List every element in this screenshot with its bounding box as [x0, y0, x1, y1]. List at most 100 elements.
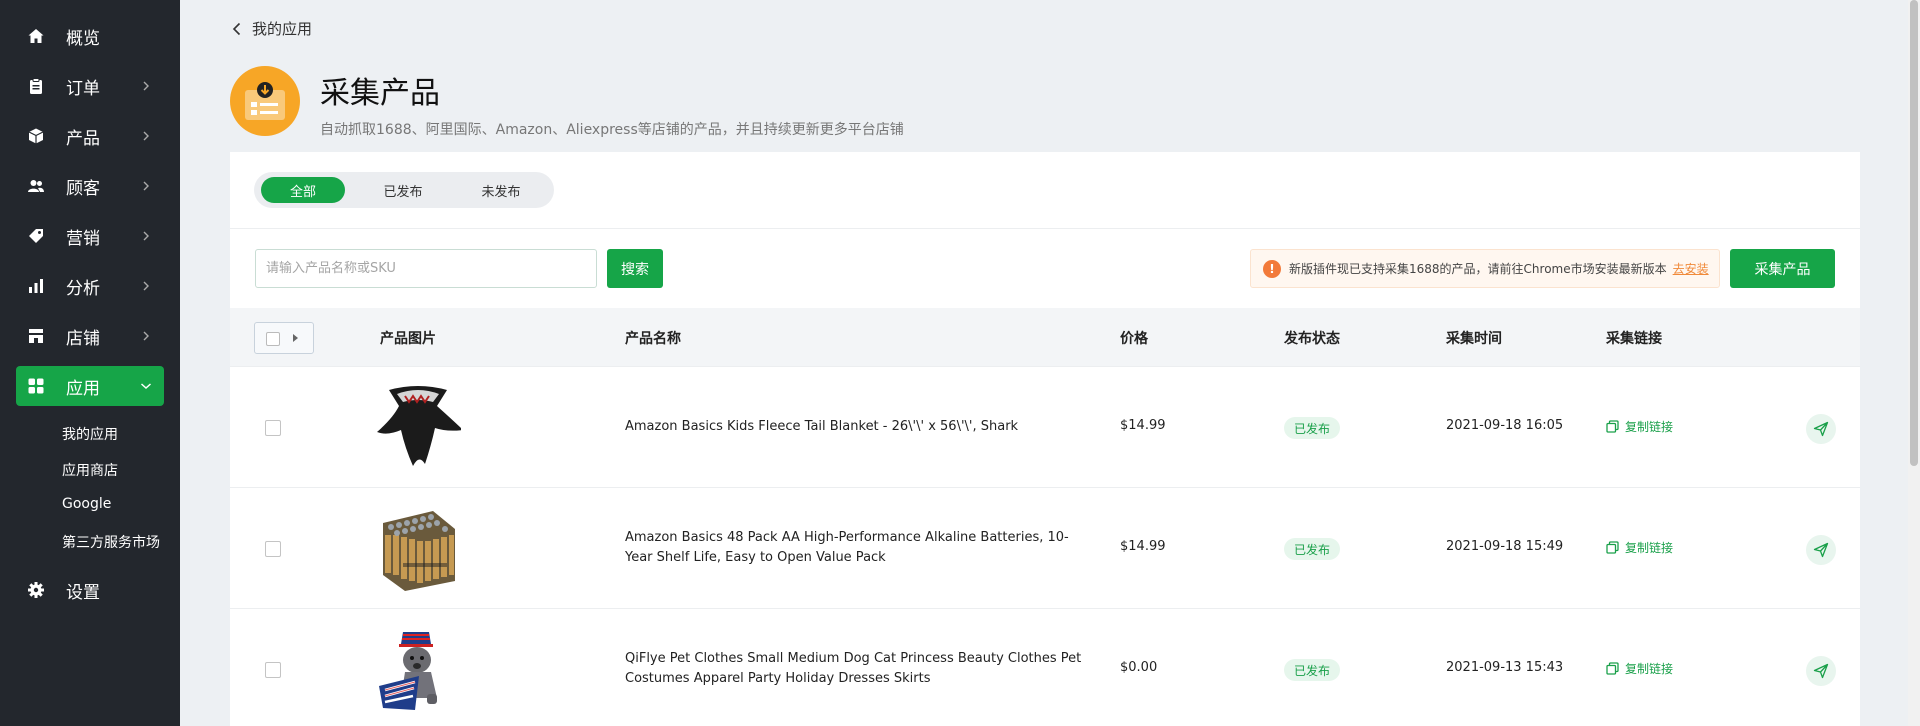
- collect-time: 2021-09-18 16:05: [1446, 418, 1564, 433]
- copy-link-button[interactable]: 复制链接: [1606, 539, 1673, 556]
- divider: [230, 228, 1860, 229]
- bar-chart-icon: [26, 276, 46, 296]
- chevron-right-icon: [136, 176, 156, 196]
- tag-icon: [26, 226, 46, 246]
- nav-item-overview[interactable]: 概览: [16, 16, 164, 56]
- subnav-third-party-market[interactable]: 第三方服务市场: [62, 532, 160, 552]
- chevron-right-icon: [136, 276, 156, 296]
- nav-item-settings[interactable]: 设置: [16, 570, 164, 610]
- copy-icon: [1606, 541, 1619, 554]
- collect-time: 2021-09-13 15:43: [1446, 660, 1564, 675]
- product-price: $14.99: [1120, 418, 1166, 433]
- copy-link-label: 复制链接: [1625, 541, 1674, 555]
- scrollbar-thumb[interactable]: [1910, 0, 1918, 466]
- row-checkbox[interactable]: [265, 420, 281, 436]
- subnav-google[interactable]: Google: [62, 496, 111, 512]
- chevron-right-icon: [136, 126, 156, 146]
- search-input[interactable]: [255, 249, 597, 288]
- nav-label: 店铺: [66, 328, 100, 349]
- nav-item-store[interactable]: 店铺: [16, 316, 164, 356]
- nav-item-customers[interactable]: 顾客: [16, 166, 164, 206]
- row-checkbox[interactable]: [265, 541, 281, 557]
- tab-all[interactable]: 全部: [261, 177, 345, 203]
- tab-published[interactable]: 已发布: [361, 177, 445, 203]
- store-icon: [26, 326, 46, 346]
- chevron-left-icon: [232, 22, 241, 35]
- main-card: 全部 已发布 未发布 搜索 ! 新版插件现已支持采集1688的产品，请前往Chr…: [230, 152, 1860, 726]
- product-image: [375, 384, 463, 470]
- download-app-icon: [230, 66, 300, 136]
- nav-label: 产品: [66, 128, 100, 149]
- copy-icon: [1606, 420, 1619, 433]
- send-button[interactable]: [1806, 535, 1836, 565]
- send-button[interactable]: [1806, 414, 1836, 444]
- nav-label: 营销: [66, 228, 100, 249]
- search-button[interactable]: 搜索: [607, 249, 663, 288]
- table-row: Amazon Basics Kids Fleece Tail Blanket -…: [230, 366, 1860, 487]
- send-icon: [1813, 663, 1829, 679]
- sidebar: 概览 订单 产品 顾客 营销 分析 店铺 应用 我的应用 应用商店 Google…: [0, 0, 180, 726]
- users-icon: [26, 176, 46, 196]
- send-icon: [1813, 421, 1829, 437]
- send-button[interactable]: [1806, 656, 1836, 686]
- nav-label: 概览: [66, 28, 100, 49]
- page-scrollbar[interactable]: [1908, 0, 1920, 726]
- nav-item-apps[interactable]: 应用: [16, 366, 164, 406]
- nav-label: 顾客: [66, 178, 100, 199]
- nav-label: 设置: [66, 582, 100, 603]
- nav-label: 应用: [66, 378, 100, 399]
- nav-item-products[interactable]: 产品: [16, 116, 164, 156]
- install-link[interactable]: 去安装: [1673, 260, 1709, 277]
- product-image: [375, 505, 461, 591]
- box-icon: [26, 126, 46, 146]
- copy-link-button[interactable]: 复制链接: [1606, 418, 1673, 435]
- breadcrumb[interactable]: 我的应用: [232, 18, 312, 39]
- table-header: 产品图片 产品名称 价格 发布状态 采集时间 采集链接: [230, 308, 1860, 366]
- product-image: [375, 626, 461, 712]
- status-badge: 已发布: [1284, 417, 1341, 439]
- warning-icon: !: [1263, 259, 1281, 278]
- chevron-right-icon: [136, 326, 156, 346]
- copy-link-label: 复制链接: [1625, 420, 1674, 434]
- collect-time: 2021-09-18 15:49: [1446, 539, 1564, 554]
- copy-link-button[interactable]: 复制链接: [1606, 660, 1673, 677]
- nav-label: 订单: [66, 78, 100, 99]
- clipboard-icon: [26, 76, 46, 96]
- table-row: QiFlye Pet Clothes Small Medium Dog Cat …: [230, 608, 1860, 726]
- product-price: $0.00: [1120, 660, 1158, 675]
- nav-item-orders[interactable]: 订单: [16, 66, 164, 106]
- column-header-status: 发布状态: [1284, 331, 1340, 347]
- collect-product-button[interactable]: 采集产品: [1730, 249, 1835, 288]
- product-price: $14.99: [1120, 539, 1166, 554]
- tab-unpublished[interactable]: 未发布: [459, 177, 543, 203]
- copy-icon: [1606, 662, 1619, 675]
- copy-link-label: 复制链接: [1625, 662, 1674, 676]
- product-name: Amazon Basics Kids Fleece Tail Blanket -…: [625, 419, 1019, 434]
- subnav-my-apps[interactable]: 我的应用: [62, 424, 118, 444]
- product-name: Amazon Basics 48 Pack AA High-Performanc…: [625, 530, 1069, 565]
- row-checkbox[interactable]: [265, 662, 281, 678]
- breadcrumb-label: 我的应用: [252, 20, 313, 38]
- page-subtitle: 自动抓取1688、阿里国际、Amazon、Aliexpress等店铺的产品，并且…: [320, 122, 904, 138]
- column-header-link: 采集链接: [1606, 331, 1662, 347]
- column-header-price: 价格: [1120, 331, 1148, 347]
- gear-icon: [26, 580, 46, 600]
- nav-label: 分析: [66, 278, 100, 299]
- home-icon: [26, 26, 46, 46]
- subnav-app-store[interactable]: 应用商店: [62, 460, 118, 480]
- chevron-right-icon: [136, 76, 156, 96]
- plugin-notice: ! 新版插件现已支持采集1688的产品，请前往Chrome市场安装最新版本 去安…: [1250, 249, 1720, 288]
- chevron-down-icon: [136, 376, 156, 396]
- nav-item-marketing[interactable]: 营销: [16, 216, 164, 256]
- apps-icon: [26, 376, 46, 396]
- product-name: QiFlye Pet Clothes Small Medium Dog Cat …: [625, 651, 1082, 686]
- status-tabs: 全部 已发布 未发布: [254, 172, 554, 208]
- select-all-checkbox[interactable]: [254, 322, 314, 354]
- notice-text: 新版插件现已支持采集1688的产品，请前往Chrome市场安装最新版本: [1289, 262, 1667, 276]
- page-title: 采集产品: [320, 76, 440, 111]
- nav-item-analytics[interactable]: 分析: [16, 266, 164, 306]
- chevron-right-icon: [136, 226, 156, 246]
- status-badge: 已发布: [1284, 659, 1341, 681]
- send-icon: [1813, 542, 1829, 558]
- column-header-time: 采集时间: [1446, 331, 1502, 347]
